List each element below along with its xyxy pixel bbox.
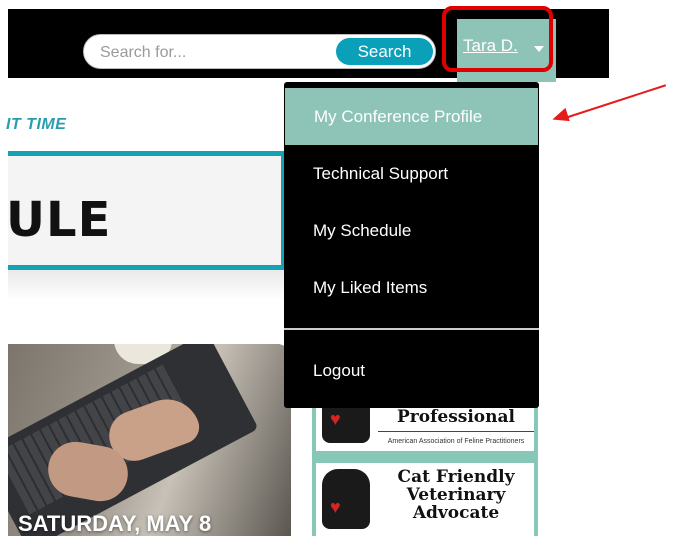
search-input[interactable] <box>98 39 332 67</box>
event-date-label: SATURDAY, MAY 8 <box>18 511 212 536</box>
heart-icon: ♥ <box>330 497 341 517</box>
user-menu-highlight-annotation <box>442 6 553 72</box>
heart-icon: ♥ <box>330 409 341 429</box>
menu-item-label: My Liked Items <box>313 278 428 297</box>
search-box: Search <box>83 34 436 69</box>
ad-card[interactable]: ♥ Cat Friendly Veterinary Advocate <box>316 463 534 536</box>
menu-item-technical-support[interactable]: Technical Support <box>284 145 539 202</box>
menu-item-label: My Conference Profile <box>314 107 483 126</box>
menu-item-logout[interactable]: Logout <box>284 342 539 399</box>
menu-divider <box>284 328 539 330</box>
panel-shadow <box>8 270 286 300</box>
ad-title-line: Cat Friendly <box>397 467 515 487</box>
menu-item-conference-profile[interactable]: My Conference Profile <box>285 88 538 145</box>
menu-item-label: Logout <box>313 361 365 380</box>
menu-item-label: Technical Support <box>313 164 449 183</box>
red-arrow-annotation <box>564 84 667 119</box>
search-button[interactable]: Search <box>336 38 433 65</box>
ad-subtitle: American Association of Feline Practitio… <box>387 438 525 445</box>
ad-title-line: Veterinary <box>406 485 506 505</box>
menu-item-liked-items[interactable]: My Liked Items <box>284 259 539 316</box>
breadcrumb: IT TIME <box>6 116 67 133</box>
red-arrow-head <box>550 107 570 127</box>
user-dropdown-menu: My Conference Profile Technical Support … <box>284 82 539 408</box>
menu-item-my-schedule[interactable]: My Schedule <box>284 202 539 259</box>
ad-title-line: Advocate <box>412 503 500 523</box>
ad-divider <box>378 431 534 432</box>
menu-item-label: My Schedule <box>313 221 412 240</box>
ad-title: Professional <box>397 407 515 427</box>
event-card[interactable]: SATURDAY, MAY 8 <box>8 344 291 536</box>
page-title: ULE <box>6 192 112 248</box>
